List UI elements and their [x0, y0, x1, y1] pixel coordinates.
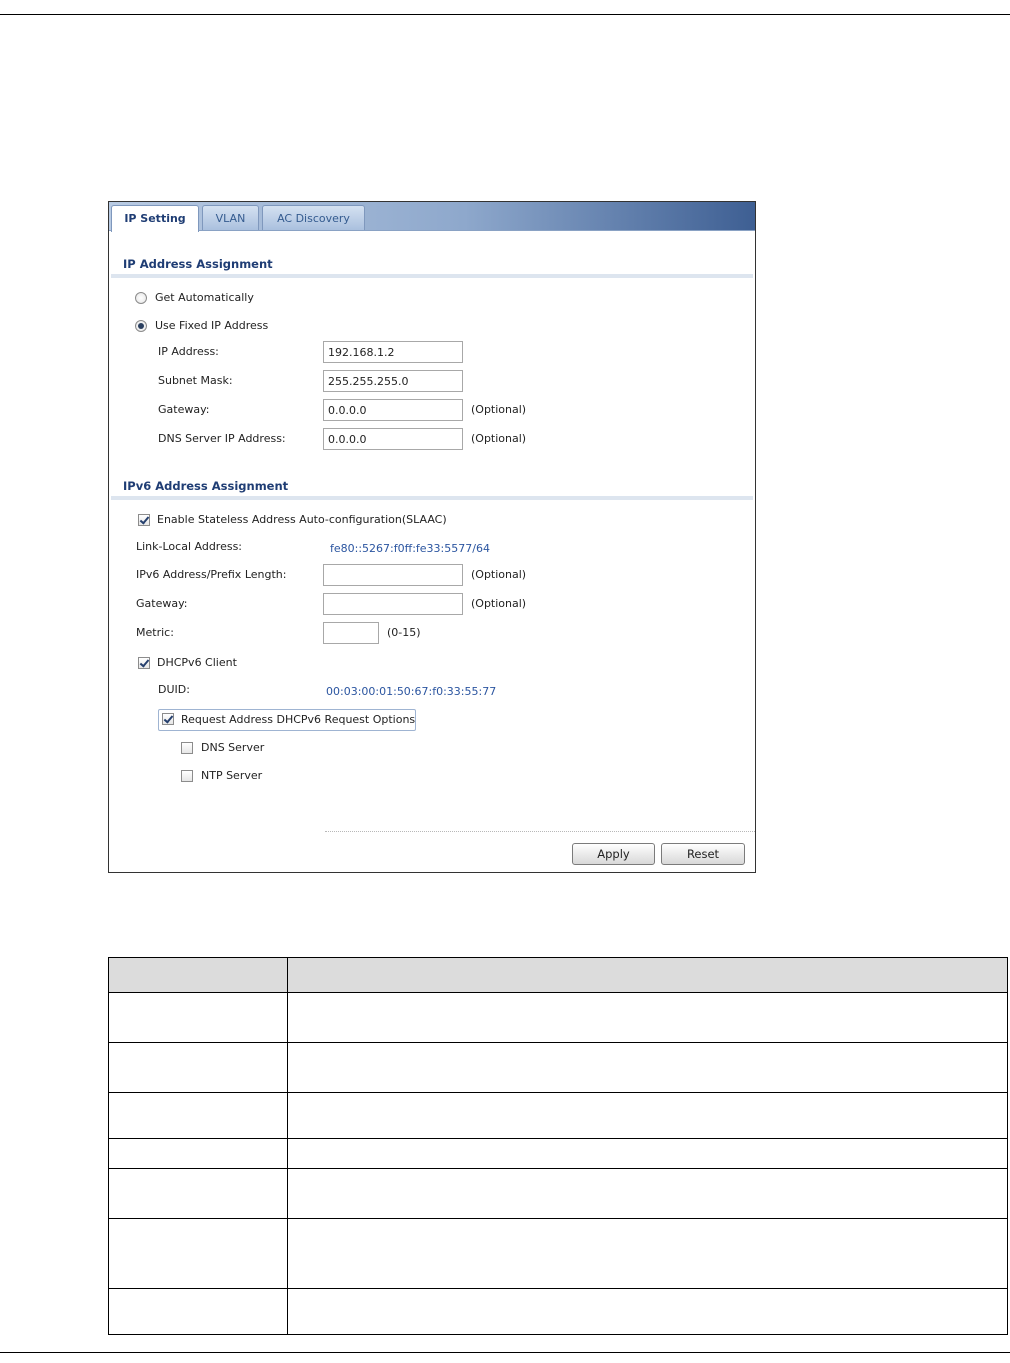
- button-bar-divider: [325, 831, 755, 832]
- dns-server-ip-input[interactable]: [323, 428, 463, 450]
- ip-address-label: IP Address:: [158, 345, 219, 358]
- table-header-description-cell: [287, 957, 1008, 993]
- tab-vlan[interactable]: VLAN: [202, 205, 259, 230]
- gateway-label: Gateway:: [158, 403, 210, 416]
- ip-setting-panel: IP Setting VLAN AC Discovery IP Address …: [108, 201, 756, 873]
- table-cell: [108, 1138, 288, 1169]
- subnet-mask-label: Subnet Mask:: [158, 374, 233, 387]
- field-description-table: [108, 957, 1008, 1335]
- ipv6-gateway-label: Gateway:: [136, 597, 188, 610]
- table-cell: [108, 1042, 288, 1093]
- dns-optional-note: (Optional): [471, 432, 527, 445]
- get-automatically-label: Get Automatically: [155, 291, 254, 304]
- ipv6-section-title: IPv6 Address Assignment: [123, 479, 289, 493]
- table-row: [108, 1042, 1008, 1093]
- table-row: [108, 1288, 1008, 1335]
- ipv6-section-rule: [111, 496, 753, 500]
- table-cell: [108, 1288, 288, 1335]
- dhcpv6-client-checkbox[interactable]: [138, 657, 150, 669]
- table-cell: [287, 1092, 1008, 1139]
- duid-label: DUID:: [158, 683, 190, 696]
- table-row: [108, 1218, 1008, 1289]
- table-cell: [287, 1168, 1008, 1219]
- request-address-label: Request Address DHCPv6 Request Options: [181, 713, 416, 726]
- ipv6-gateway-input[interactable]: [323, 593, 463, 615]
- ipv6-gateway-optional-note: (Optional): [471, 597, 527, 610]
- table-header-label-cell: [108, 957, 288, 993]
- get-automatically-radio[interactable]: [135, 292, 147, 304]
- duid-value: 00:03:00:01:50:67:f0:33:55:77: [326, 685, 497, 698]
- table-cell: [287, 1138, 1008, 1169]
- table-header-row: [108, 957, 1008, 993]
- ntp-server-checkbox[interactable]: [181, 770, 193, 782]
- table-row: [108, 992, 1008, 1043]
- tab-bar: IP Setting VLAN AC Discovery: [109, 202, 755, 232]
- table-cell: [108, 1092, 288, 1139]
- table-row: [108, 1168, 1008, 1219]
- subnet-mask-input[interactable]: [323, 370, 463, 392]
- dns-server-checkbox[interactable]: [181, 742, 193, 754]
- ipv6-prefix-input[interactable]: [323, 564, 463, 586]
- table-cell: [287, 1218, 1008, 1289]
- use-fixed-ip-radio[interactable]: [135, 320, 147, 332]
- dns-server-ip-label: DNS Server IP Address:: [158, 432, 286, 445]
- page-top-rule: [0, 14, 1010, 15]
- slaac-label: Enable Stateless Address Auto-configurat…: [157, 513, 447, 526]
- ip-address-input[interactable]: [323, 341, 463, 363]
- table-cell: [287, 1042, 1008, 1093]
- gateway-input[interactable]: [323, 399, 463, 421]
- link-local-value: fe80::5267:f0ff:fe33:5577/64: [330, 542, 490, 555]
- prefix-optional-note: (Optional): [471, 568, 527, 581]
- dns-server-option-label: DNS Server: [201, 741, 265, 754]
- dhcpv6-client-label: DHCPv6 Client: [157, 656, 237, 669]
- ipv4-section-title: IP Address Assignment: [123, 257, 273, 271]
- request-address-checkbox[interactable]: [162, 713, 174, 725]
- metric-range-note: (0-15): [387, 626, 421, 639]
- apply-button[interactable]: Apply: [572, 843, 655, 865]
- reset-button[interactable]: Reset: [661, 843, 745, 865]
- table-cell: [108, 992, 288, 1043]
- table-cell: [287, 1288, 1008, 1335]
- metric-input[interactable]: [323, 622, 379, 644]
- table-cell: [108, 1168, 288, 1219]
- gateway-optional-note: (Optional): [471, 403, 527, 416]
- table-row: [108, 1138, 1008, 1169]
- table-cell: [287, 992, 1008, 1043]
- tab-ip-setting[interactable]: IP Setting: [111, 205, 199, 232]
- ipv6-prefix-label: IPv6 Address/Prefix Length:: [136, 568, 287, 581]
- slaac-checkbox[interactable]: [138, 514, 150, 526]
- table-cell: [108, 1218, 288, 1289]
- ntp-server-option-label: NTP Server: [201, 769, 263, 782]
- use-fixed-ip-label: Use Fixed IP Address: [155, 319, 269, 332]
- link-local-label: Link-Local Address:: [136, 540, 243, 553]
- page-bottom-rule: [0, 1352, 1010, 1353]
- table-row: [108, 1092, 1008, 1139]
- tab-ac-discovery[interactable]: AC Discovery: [262, 205, 365, 230]
- ipv4-section-rule: [111, 274, 753, 278]
- metric-label: Metric:: [136, 626, 174, 639]
